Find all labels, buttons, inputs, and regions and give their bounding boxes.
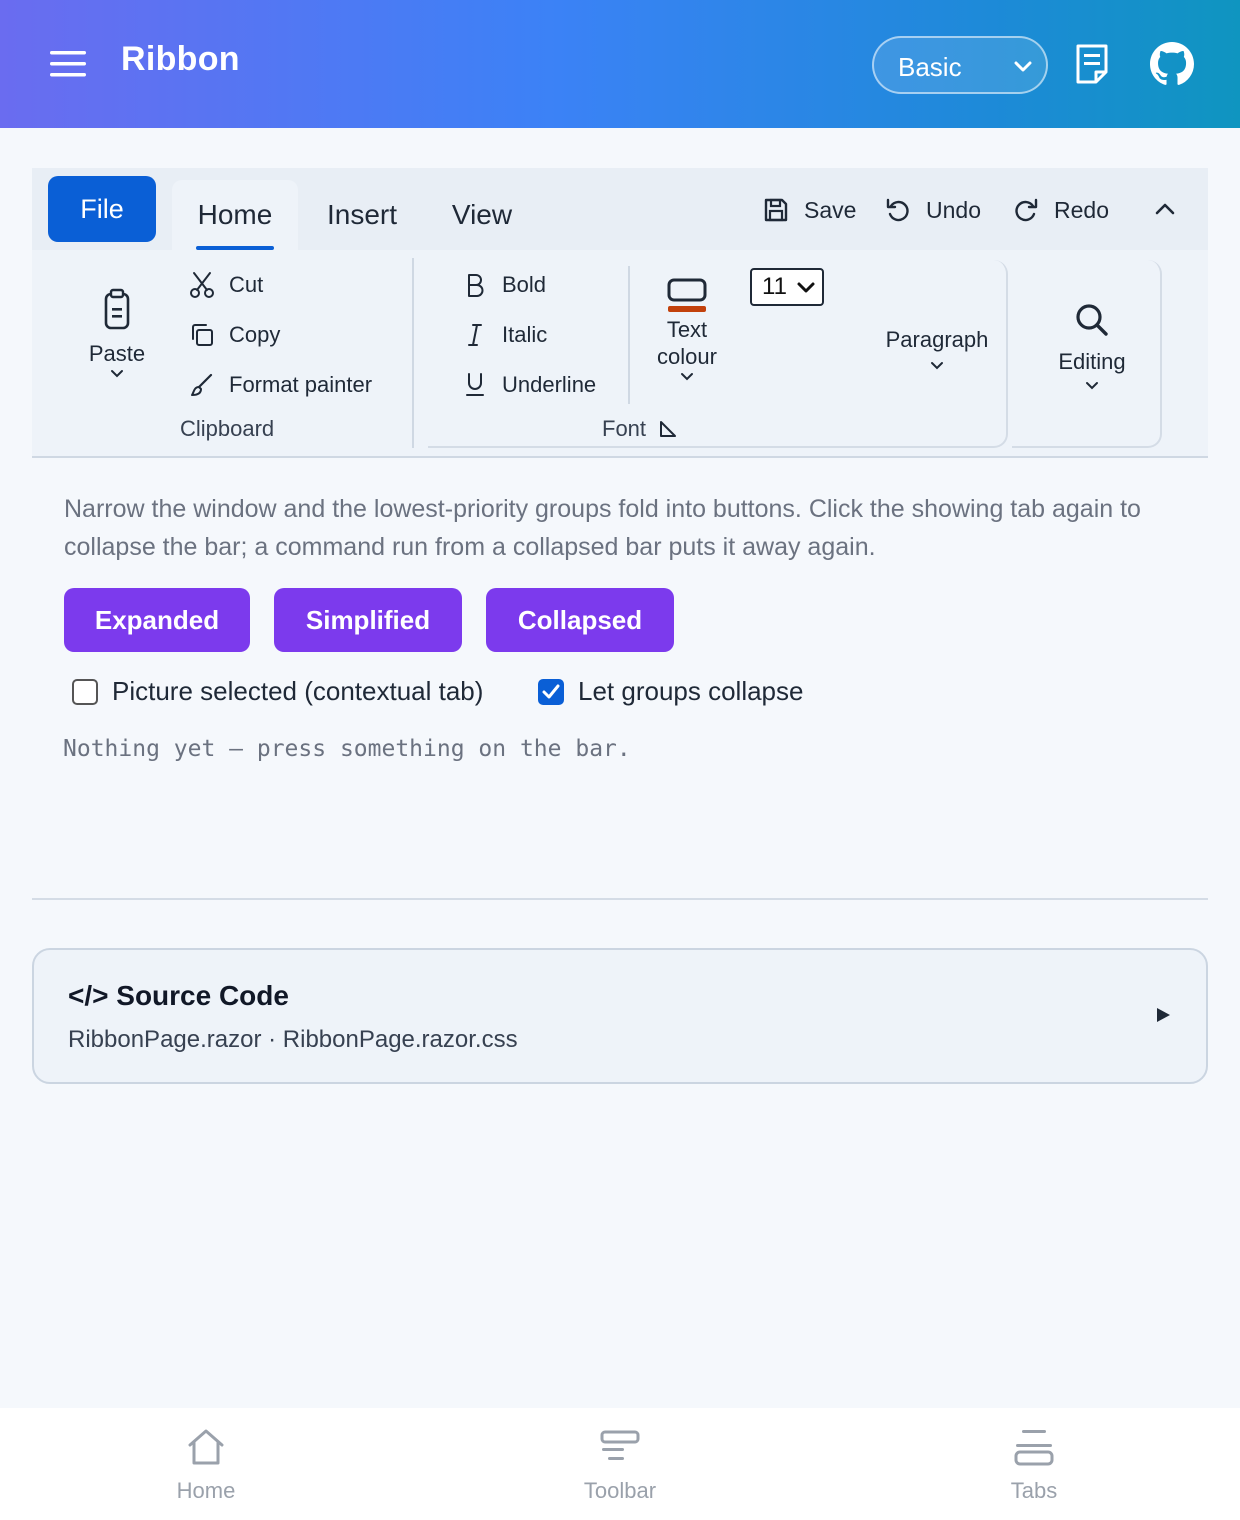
top-app-bar: Ribbon Basic <box>0 0 1240 128</box>
command-log: Nothing yet — press something on the bar… <box>63 736 631 762</box>
mode-select[interactable]: Basic <box>872 36 1048 94</box>
paste-icon <box>102 288 132 332</box>
cut-button[interactable]: Cut <box>187 270 263 300</box>
tab-insert-label: Insert <box>326 199 398 230</box>
format-painter-button[interactable]: Format painter <box>187 370 372 400</box>
collapse-ribbon-icon[interactable] <box>1150 194 1180 224</box>
menu-icon[interactable] <box>46 46 90 82</box>
group-divider <box>412 258 414 448</box>
file-button[interactable]: File <box>48 176 156 242</box>
checkbox-unchecked[interactable] <box>72 678 98 705</box>
redo-icon <box>1012 196 1040 224</box>
expanded-button[interactable]: Expanded <box>64 588 250 652</box>
undo-icon <box>884 196 912 224</box>
undo-button[interactable]: Undo <box>884 192 981 228</box>
contextual-tab-checkbox[interactable]: Picture selected (contextual tab) <box>72 676 483 707</box>
toolbar-icon <box>599 1426 641 1468</box>
redo-label: Redo <box>1054 196 1109 223</box>
chevron-down-icon <box>1012 56 1034 78</box>
tab-home[interactable]: Home <box>172 180 298 250</box>
tab-home-label: Home <box>197 199 273 230</box>
source-code-panel[interactable]: </> Source Code RibbonPage.razor · Ribbo… <box>32 948 1208 1084</box>
description-text: Narrow the window and the lowest-priorit… <box>64 495 1141 561</box>
let-groups-collapse-checkbox[interactable]: Let groups collapse <box>538 676 803 707</box>
let-groups-collapse-label: Let groups collapse <box>578 676 804 706</box>
clipboard-group-label: Clipboard <box>180 416 275 441</box>
nav-home[interactable]: Home <box>106 1426 306 1504</box>
copy-label: Copy <box>229 322 281 347</box>
simplified-button[interactable]: Simplified <box>274 588 462 652</box>
nav-tabs-label: Tabs <box>1010 1478 1058 1503</box>
format-painter-label: Format painter <box>229 372 373 397</box>
editing-group-border <box>1012 260 1162 448</box>
contextual-tab-label: Picture selected (contextual tab) <box>112 676 484 706</box>
tab-view-label: View <box>451 199 513 230</box>
expand-triangle-icon[interactable] <box>1154 1006 1172 1024</box>
redo-button[interactable]: Redo <box>1012 192 1109 228</box>
undo-label: Undo <box>926 196 981 223</box>
paste-label: Paste <box>88 341 146 366</box>
nav-tabs[interactable]: Tabs <box>934 1426 1134 1504</box>
nav-home-label: Home <box>176 1478 236 1503</box>
docs-icon[interactable] <box>1072 42 1112 86</box>
copy-icon <box>187 320 217 350</box>
mode-select-value: Basic <box>898 52 962 82</box>
checkbox-checked[interactable] <box>538 678 564 705</box>
section-divider <box>32 898 1208 900</box>
copy-button[interactable]: Copy <box>187 320 280 350</box>
brush-icon <box>187 370 217 400</box>
paste-button[interactable]: Paste <box>82 288 152 381</box>
app-title: Ribbon <box>121 40 240 78</box>
nav-toolbar-label: Toolbar <box>583 1478 657 1503</box>
ribbon: File Home Insert View Save Undo Redo Pas… <box>32 168 1208 458</box>
cut-label: Cut <box>229 272 264 297</box>
github-icon[interactable] <box>1150 42 1194 86</box>
font-group-border <box>428 260 1008 448</box>
source-code-files: RibbonPage.razor · RibbonPage.razor.css <box>68 1026 518 1053</box>
scissors-icon <box>187 270 217 300</box>
source-code-title: </> Source Code <box>68 980 289 1011</box>
nav-toolbar[interactable]: Toolbar <box>520 1426 720 1504</box>
save-button[interactable]: Save <box>762 192 856 228</box>
collapsed-button[interactable]: Collapsed <box>486 588 674 652</box>
tab-view[interactable]: View <box>432 180 532 250</box>
save-label: Save <box>804 196 857 223</box>
tabs-icon <box>1013 1426 1055 1468</box>
home-icon <box>185 1426 227 1468</box>
chevron-down-icon <box>109 367 125 381</box>
tab-insert[interactable]: Insert <box>312 180 412 250</box>
ribbon-body: Paste Cut Copy Format painter Clipboard <box>32 250 1208 456</box>
save-icon <box>762 196 790 224</box>
bottom-nav: Home Toolbar Tabs <box>0 1408 1240 1520</box>
